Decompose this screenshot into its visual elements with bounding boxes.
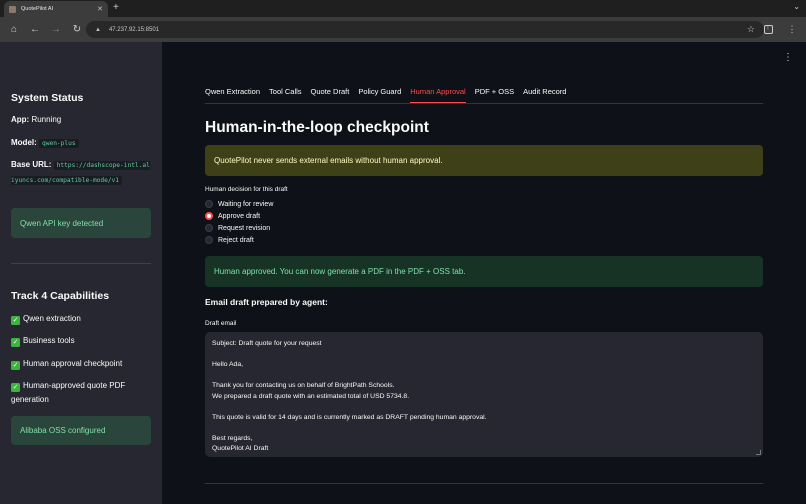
capability-item: ✓ Qwen extraction xyxy=(11,314,81,325)
check-icon: ✓ xyxy=(11,338,20,347)
draft-line xyxy=(212,402,756,413)
page-title: Human-in-the-loop checkpoint xyxy=(205,119,429,136)
radio-waiting-for-review[interactable]: Waiting for review xyxy=(205,200,273,208)
check-icon: ✓ xyxy=(11,316,20,325)
draft-line: Subject: Draft quote for your request xyxy=(212,340,322,347)
tab-quote-draft[interactable]: Quote Draft xyxy=(311,87,350,103)
draft-email-label: Draft email xyxy=(205,320,237,327)
radio-icon[interactable] xyxy=(205,200,213,208)
radio-icon[interactable] xyxy=(205,224,213,232)
radio-request-revision[interactable]: Request revision xyxy=(205,224,270,232)
browser-menu-icon[interactable]: ⋮ xyxy=(784,21,800,37)
tab-policy-guard[interactable]: Policy Guard xyxy=(358,87,401,103)
tab-pdf-oss[interactable]: PDF + OSS xyxy=(475,87,514,103)
back-icon[interactable]: ← xyxy=(27,22,43,38)
radio-approve-draft[interactable]: Approve draft xyxy=(205,212,260,220)
reload-icon[interactable]: ↻ xyxy=(69,22,85,38)
browser-tab-title: QuotePilot AI xyxy=(21,6,54,12)
tab-bar: Qwen Extraction Tool Calls Quote Draft P… xyxy=(205,87,575,103)
draft-line: We prepared a draft quote with an estima… xyxy=(212,392,410,400)
home-icon[interactable]: ⌂ xyxy=(6,22,22,38)
system-status-title: System Status xyxy=(11,92,84,104)
draft-line xyxy=(212,350,756,361)
draft-line xyxy=(212,371,756,382)
new-tab-icon[interactable]: + xyxy=(113,1,119,15)
draft-line: QuotePilot AI Draft xyxy=(212,445,269,452)
radio-icon[interactable] xyxy=(205,236,213,244)
draft-email-textarea[interactable]: Subject: Draft quote for your request He… xyxy=(205,332,763,457)
app-menu-icon[interactable]: ⋮ xyxy=(783,52,793,63)
tab-audit-record[interactable]: Audit Record xyxy=(523,87,566,103)
api-key-alert: Qwen API key detected xyxy=(11,208,151,238)
not-secure-icon[interactable]: ▲ xyxy=(95,27,101,33)
base-url-status: Base URL: https://dashscope-intl.aliyunc… xyxy=(11,158,153,187)
oss-alert: Alibaba OSS configured xyxy=(11,416,151,445)
chevron-down-icon[interactable]: ⌄ xyxy=(793,2,800,11)
base-url-label: Base URL: xyxy=(11,160,52,169)
radio-selected-icon[interactable] xyxy=(205,212,213,220)
capability-item: ✓ Human-approved quote PDF generation xyxy=(11,381,126,404)
model-label: Model: xyxy=(11,138,37,147)
tab-human-approval[interactable]: Human Approval xyxy=(410,87,466,103)
model-value: qwen-plus xyxy=(39,139,79,148)
browser-toolbar: ⌂ ← → ↻ ▲ 47.237.92.15:8501 ☆ ! ⋮ xyxy=(0,17,806,42)
draft-line: Hello Ada, xyxy=(212,361,243,368)
info-alert: QuotePilot never sends external emails w… xyxy=(205,145,763,176)
browser-tab-strip: QuotePilot AI ✕ + ⌄ xyxy=(0,0,806,17)
check-icon: ✓ xyxy=(11,383,20,392)
url-text: 47.237.92.15:8501 xyxy=(108,26,160,33)
draft-line: This quote is valid for 14 days and is c… xyxy=(212,413,487,421)
address-bar[interactable]: ▲ 47.237.92.15:8501 ☆ xyxy=(86,21,764,38)
tab-tool-calls[interactable]: Tool Calls xyxy=(269,87,302,103)
capability-item: ✓ Human approval checkpoint xyxy=(11,359,123,370)
model-status: Model: qwen-plus xyxy=(11,136,153,151)
app-status: App: Running xyxy=(11,113,153,127)
extension-icon[interactable]: ! xyxy=(760,21,776,37)
close-icon[interactable]: ✕ xyxy=(97,5,103,13)
sidebar-divider xyxy=(11,263,151,264)
forward-icon[interactable]: → xyxy=(48,22,64,38)
browser-tab[interactable]: QuotePilot AI ✕ xyxy=(4,1,108,17)
favicon-icon xyxy=(9,5,16,13)
check-icon: ✓ xyxy=(11,361,20,370)
capability-item: ✓ Business tools xyxy=(11,336,75,347)
section-divider xyxy=(205,483,763,484)
app-value: Running xyxy=(31,115,62,124)
tab-qwen-extraction[interactable]: Qwen Extraction xyxy=(205,87,260,103)
main-content: ⋮ Qwen Extraction Tool Calls Quote Draft… xyxy=(162,42,806,504)
email-heading: Email draft prepared by agent: xyxy=(205,297,328,307)
draft-line: Thank you for contacting us on behalf of… xyxy=(212,382,395,389)
tab-divider xyxy=(205,103,763,104)
app-label: App: xyxy=(11,115,30,124)
draft-line: Best regards, xyxy=(212,434,253,442)
draft-line xyxy=(212,423,756,434)
capabilities-title: Track 4 Capabilities xyxy=(11,290,110,302)
resize-handle[interactable] xyxy=(756,450,761,455)
decision-label: Human decision for this draft xyxy=(205,186,288,193)
success-alert: Human approved. You can now generate a P… xyxy=(205,256,763,287)
radio-reject-draft[interactable]: Reject draft xyxy=(205,236,254,244)
sidebar: System Status App: Running Model: qwen-p… xyxy=(0,42,162,504)
